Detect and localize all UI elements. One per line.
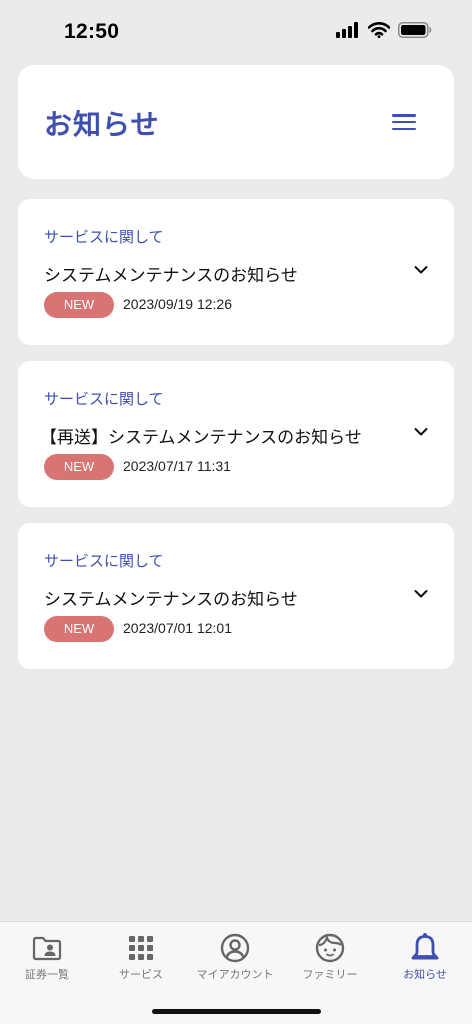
menu-line — [392, 120, 416, 124]
notice-date: 2023/09/19 12:26 — [123, 296, 232, 312]
notice-title: システムメンテナンスのお知らせ — [44, 266, 298, 286]
notice-date: 2023/07/17 11:31 — [123, 458, 231, 474]
page-title: お知らせ — [44, 108, 160, 141]
notice-category: サービスに関して — [44, 390, 164, 408]
notice-item[interactable]: サービスに関して 【再送】システムメンテナンスのお知らせ NEW 2023/07… — [18, 361, 454, 507]
tab-label: サービス — [119, 968, 163, 981]
id-card-folder-icon — [32, 933, 62, 963]
status-time: 12:50 — [64, 20, 120, 43]
hamburger-menu-icon[interactable] — [392, 111, 416, 133]
tab-notifications[interactable]: お知らせ — [378, 922, 472, 992]
battery-icon — [398, 22, 432, 38]
header-card: お知らせ — [18, 65, 454, 179]
user-circle-icon — [220, 933, 250, 963]
new-badge: NEW — [44, 292, 114, 318]
new-badge: NEW — [44, 454, 114, 480]
chevron-down-icon[interactable] — [414, 589, 428, 599]
status-bar: 12:50 — [0, 0, 472, 62]
notice-title: 【再送】システムメンテナンスのお知らせ — [40, 428, 362, 448]
notice-item[interactable]: サービスに関して システムメンテナンスのお知らせ NEW 2023/09/19 … — [18, 199, 454, 345]
chevron-down-icon[interactable] — [414, 265, 428, 275]
tab-label: お知らせ — [403, 968, 447, 981]
tab-policy-list[interactable]: 証券一覧 — [0, 922, 94, 992]
new-badge: NEW — [44, 616, 114, 642]
menu-line — [392, 127, 416, 130]
home-indicator — [152, 1009, 321, 1014]
tab-label: 証券一覧 — [25, 968, 69, 981]
notice-title: システムメンテナンスのお知らせ — [44, 590, 298, 610]
notifications-screen: 12:50 お知らせ サービスに関して システムメンテナンスのお知らせ NEW … — [0, 0, 472, 1024]
tab-my-account[interactable]: マイアカウント — [188, 922, 282, 992]
notice-category: サービスに関して — [44, 552, 164, 570]
status-icons — [336, 22, 432, 38]
menu-line — [392, 114, 416, 117]
notice-category: サービスに関して — [44, 228, 164, 246]
bell-icon — [410, 933, 440, 963]
grid-icon — [126, 933, 156, 963]
notice-item[interactable]: サービスに関して システムメンテナンスのお知らせ NEW 2023/07/01 … — [18, 523, 454, 669]
tab-family[interactable]: ファミリー — [283, 922, 377, 992]
wifi-icon — [368, 22, 390, 38]
tab-label: ファミリー — [302, 968, 358, 981]
tab-services[interactable]: サービス — [94, 922, 188, 992]
notice-date: 2023/07/01 12:01 — [123, 620, 232, 636]
cellular-signal-icon — [336, 22, 358, 38]
child-face-icon — [315, 933, 345, 963]
tab-label: マイアカウント — [196, 968, 274, 981]
chevron-down-icon[interactable] — [414, 427, 428, 437]
